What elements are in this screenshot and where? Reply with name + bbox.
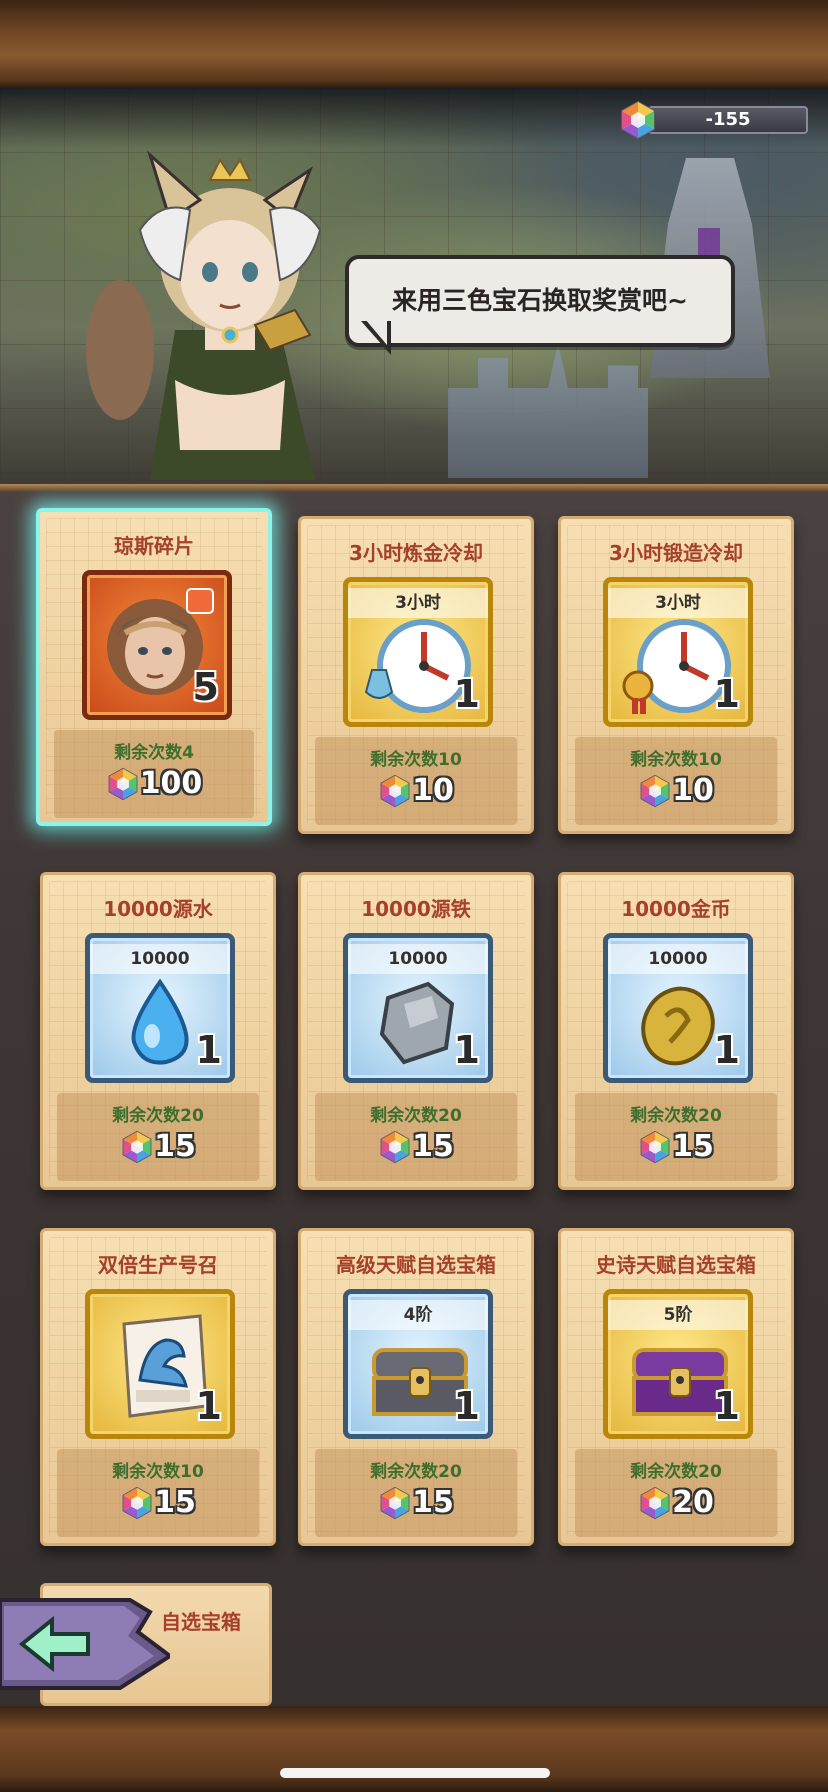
shop-item-card[interactable]: 10000源铁 10000 1 剩余次数20 15 bbox=[298, 872, 534, 1190]
item-icon-frame: 5阶 1 bbox=[603, 1289, 753, 1439]
shop-item-card[interactable]: 10000源水 10000 1 剩余次数20 15 bbox=[40, 872, 276, 1190]
top-wood-frame bbox=[0, 0, 828, 88]
tricolor-gem-icon bbox=[378, 1486, 412, 1520]
item-quantity: 1 bbox=[713, 672, 740, 716]
remaining-count: 剩余次数20 bbox=[630, 1106, 722, 1126]
remaining-count: 剩余次数20 bbox=[630, 1462, 722, 1482]
tricolor-gem-icon bbox=[120, 1486, 154, 1520]
bottom-wood-frame bbox=[0, 1706, 828, 1792]
item-quantity: 1 bbox=[453, 1028, 480, 1072]
item-title: 史诗天赋自选宝箱 bbox=[596, 1253, 756, 1277]
item-quantity: 1 bbox=[453, 1384, 480, 1428]
item-icon-frame: 10000 1 bbox=[85, 933, 235, 1083]
item-icon-frame: 5 bbox=[82, 570, 232, 720]
banner-divider bbox=[0, 484, 828, 492]
npc-speech-bubble: 来用三色宝石换取奖赏吧~ bbox=[345, 255, 735, 355]
item-icon-frame: 3小时 1 bbox=[343, 577, 493, 727]
price-value: 15 bbox=[154, 1129, 196, 1164]
item-quantity: 1 bbox=[195, 1384, 222, 1428]
remaining-count: 剩余次数20 bbox=[370, 1462, 462, 1482]
shop-item-card[interactable]: 3小时炼金冷却 3小时 1 剩余次数10 10 bbox=[298, 516, 534, 834]
remaining-count: 剩余次数10 bbox=[112, 1462, 204, 1482]
item-icon-frame: 1 bbox=[85, 1289, 235, 1439]
tricolor-gem-icon bbox=[638, 774, 672, 808]
item-title: 琼斯碎片 bbox=[114, 534, 194, 558]
price-value: 15 bbox=[672, 1129, 714, 1164]
item-quantity: 1 bbox=[713, 1384, 740, 1428]
price-tag: 15 bbox=[301, 1485, 531, 1529]
item-icon-frame: 3小时 1 bbox=[603, 577, 753, 727]
price-value: 10 bbox=[412, 773, 454, 808]
remaining-count: 剩余次数10 bbox=[370, 750, 462, 770]
item-icon-frame: 10000 1 bbox=[343, 933, 493, 1083]
tricolor-gem-icon bbox=[106, 767, 140, 801]
tricolor-gem-icon bbox=[638, 1130, 672, 1164]
price-value: 15 bbox=[412, 1129, 454, 1164]
remaining-count: 剩余次数20 bbox=[112, 1106, 204, 1126]
item-quantity: 1 bbox=[453, 672, 480, 716]
price-tag: 15 bbox=[301, 1129, 531, 1173]
price-tag: 15 bbox=[43, 1129, 273, 1173]
item-icon-frame: 4阶 1 bbox=[343, 1289, 493, 1439]
tricolor-gem-icon bbox=[638, 1486, 672, 1520]
shop-item-card[interactable]: 史诗天赋自选宝箱 5阶 1 剩余次数20 20 bbox=[558, 1228, 794, 1546]
price-value: 10 bbox=[672, 773, 714, 808]
shop-item-card[interactable]: 10000金币 10000 1 剩余次数20 15 bbox=[558, 872, 794, 1190]
price-tag: 20 bbox=[561, 1485, 791, 1529]
currency-amount: -155 bbox=[705, 109, 751, 130]
npc-speech-text: 来用三色宝石换取奖赏吧~ bbox=[392, 286, 688, 315]
item-title: 3小时炼金冷却 bbox=[349, 541, 483, 565]
remaining-count: 剩余次数10 bbox=[630, 750, 722, 770]
item-quantity: 1 bbox=[713, 1028, 740, 1072]
item-title: 双倍生产号召 bbox=[98, 1253, 218, 1277]
back-button[interactable] bbox=[0, 1592, 170, 1690]
price-tag: 100 bbox=[40, 766, 268, 810]
price-tag: 15 bbox=[561, 1129, 791, 1173]
shop-item-card[interactable]: 琼斯碎片 5 剩余次数4 100 bbox=[36, 508, 272, 826]
tricolor-gem-icon bbox=[618, 100, 658, 140]
price-value: 15 bbox=[154, 1485, 196, 1520]
item-title: 10000源水 bbox=[103, 897, 213, 921]
shop-item-card[interactable]: 3小时锻造冷却 3小时 1 剩余次数10 10 bbox=[558, 516, 794, 834]
item-title: 3小时锻造冷却 bbox=[609, 541, 743, 565]
home-indicator[interactable] bbox=[280, 1768, 550, 1778]
price-value: 20 bbox=[672, 1485, 714, 1520]
remaining-count: 剩余次数4 bbox=[114, 743, 194, 763]
item-title: 10000金币 bbox=[621, 897, 731, 921]
price-tag: 10 bbox=[301, 773, 531, 817]
item-icon-frame: 10000 1 bbox=[603, 933, 753, 1083]
remaining-count: 剩余次数20 bbox=[370, 1106, 462, 1126]
tricolor-gem-icon bbox=[120, 1130, 154, 1164]
price-value: 15 bbox=[412, 1485, 454, 1520]
shop-item-card[interactable]: 高级天赋自选宝箱 4阶 1 剩余次数20 15 bbox=[298, 1228, 534, 1546]
price-tag: 15 bbox=[43, 1485, 273, 1529]
cat-girl-npc bbox=[86, 150, 322, 480]
item-title: 10000源铁 bbox=[361, 897, 471, 921]
item-quantity: 1 bbox=[195, 1028, 222, 1072]
item-quantity: 5 bbox=[192, 665, 219, 709]
price-value: 100 bbox=[139, 766, 203, 801]
shop-item-card[interactable]: 双倍生产号召 1 剩余次数10 15 bbox=[40, 1228, 276, 1546]
price-tag: 10 bbox=[561, 773, 791, 817]
tricolor-gem-icon bbox=[378, 774, 412, 808]
item-title: 高级天赋自选宝箱 bbox=[336, 1253, 496, 1277]
tricolor-gem-icon bbox=[378, 1130, 412, 1164]
gem-currency-display: -155 bbox=[618, 100, 813, 140]
